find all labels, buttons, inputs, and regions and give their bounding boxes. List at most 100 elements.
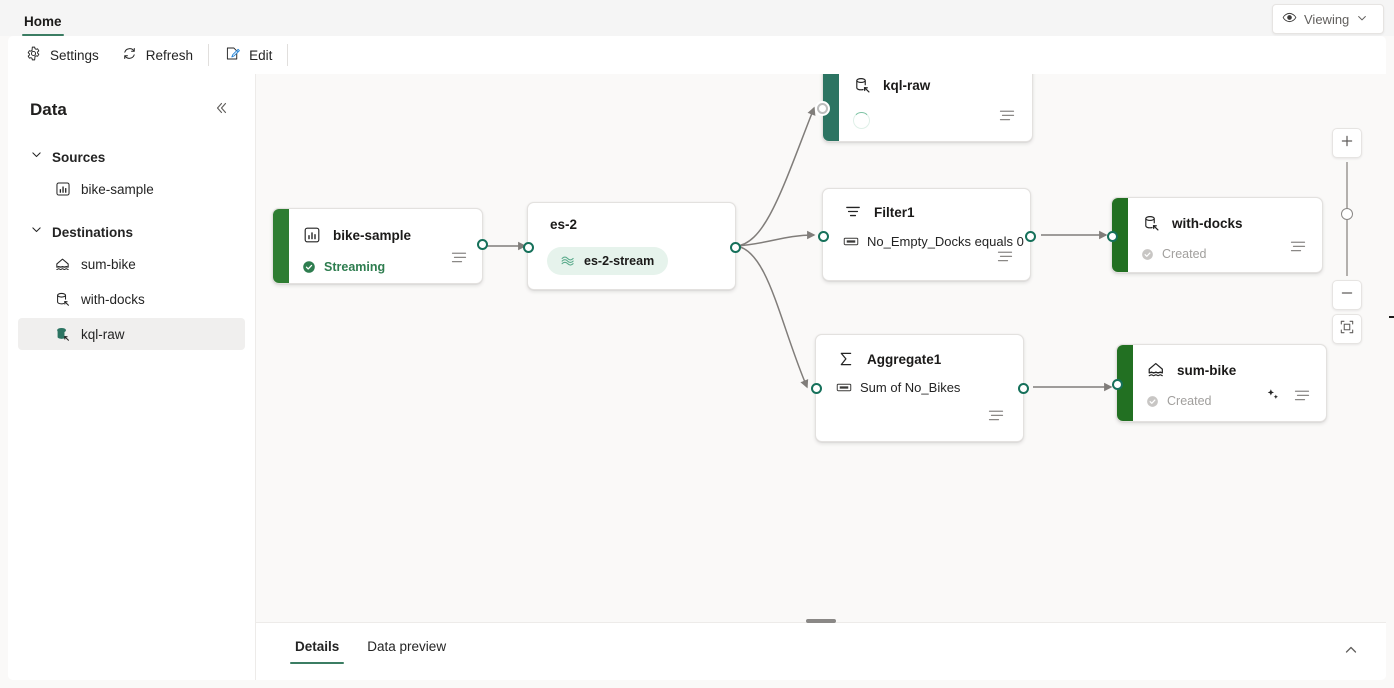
details-panel: Details Data preview: [256, 619, 1386, 680]
sidebar-item-with-docks[interactable]: with-docks: [18, 283, 245, 315]
settings-label: Settings: [50, 47, 99, 63]
eventstream-pill-label: es-2-stream: [584, 254, 655, 268]
node-with-docks-status: Created: [1162, 247, 1207, 261]
port-out-aggregate1[interactable]: [1017, 382, 1029, 394]
eventstream-pill[interactable]: es-2-stream: [547, 247, 669, 275]
panel-collapse-button[interactable]: [1338, 639, 1364, 665]
node-bike-sample-status: Streaming: [324, 260, 386, 274]
fit-to-screen-button[interactable]: [1332, 314, 1362, 344]
chevron-up-icon: [1343, 642, 1359, 663]
command-bar: Settings Refresh Edit: [8, 36, 1386, 74]
status-check-icon: [302, 260, 316, 274]
canvas-scene: bike-sample Streaming es-2 es-2-stream k…: [256, 74, 1386, 680]
tab-details-label: Details: [295, 639, 340, 654]
sidebar-item-kql-raw[interactable]: kql-raw: [18, 318, 245, 350]
sidebar-title: Data: [30, 100, 67, 119]
sidebar-item-bike-sample[interactable]: bike-sample: [18, 173, 245, 205]
node-content: Aggregate1 Sum of No_Bikes: [816, 335, 1023, 441]
port-out-es-2[interactable]: [729, 241, 741, 253]
node-sum-bike-status: Created: [1167, 394, 1212, 408]
kql-database-icon: [1141, 213, 1161, 233]
hamburger-icon[interactable]: [997, 250, 1013, 264]
sidebar-header: Data: [8, 74, 255, 130]
sidebar-group-destinations-header[interactable]: Destinations: [8, 219, 255, 245]
kql-database-filled-icon: [54, 326, 71, 343]
ribbon-bar: Home: [0, 0, 1394, 36]
refresh-icon: [121, 45, 138, 65]
zoom-slider[interactable]: [1332, 158, 1362, 280]
eye-icon: [1282, 10, 1297, 28]
port-out-filter1[interactable]: [1024, 230, 1036, 242]
viewing-mode-selector[interactable]: Viewing: [1272, 4, 1384, 34]
node-content: Filter1 No_Empty_Docks equals 0: [823, 189, 1030, 280]
tab-details[interactable]: Details: [286, 639, 348, 664]
port-out-bike-sample[interactable]: [476, 239, 488, 250]
field-icon: [843, 233, 859, 249]
node-with-docks[interactable]: with-docks Created: [1106, 197, 1323, 273]
panel-resize-handle[interactable]: [806, 619, 836, 623]
zoom-out-button[interactable]: [1332, 280, 1362, 310]
port-in-filter1[interactable]: [817, 230, 829, 242]
sidebar-group-sources-header[interactable]: Sources: [8, 144, 255, 170]
tab-data-preview[interactable]: Data preview: [358, 639, 455, 664]
command-separator: [208, 44, 210, 66]
zoom-in-button[interactable]: [1332, 128, 1362, 158]
kql-database-icon: [54, 291, 71, 308]
chevron-down-icon: [30, 148, 43, 166]
loading-spinner-icon: [853, 112, 870, 129]
details-panel-tabs: Details Data preview: [256, 623, 1386, 664]
hamburger-icon[interactable]: [1290, 240, 1306, 254]
status-check-icon: [1141, 248, 1154, 261]
kql-database-icon: [852, 75, 872, 95]
node-content: with-docks Created: [1112, 198, 1322, 272]
settings-button[interactable]: Settings: [14, 41, 110, 69]
sidebar-item-sum-bike[interactable]: sum-bike: [18, 248, 245, 280]
refresh-button[interactable]: Refresh: [110, 41, 204, 69]
port-in-with-docks[interactable]: [1106, 230, 1118, 242]
node-bike-sample[interactable]: bike-sample Streaming: [272, 208, 488, 284]
node-content: es-2 es-2-stream: [528, 203, 735, 289]
data-sidebar: Data Sources bike-sample Destinations su…: [8, 74, 256, 680]
node-kql-raw[interactable]: kql-raw: [817, 74, 1033, 142]
sidebar-collapse-button[interactable]: [209, 98, 233, 122]
ribbon-tabstrip: Home: [0, 0, 72, 36]
sidebar-group-destinations-label: Destinations: [52, 224, 134, 240]
node-es-2[interactable]: es-2 es-2-stream: [522, 202, 741, 290]
refresh-label: Refresh: [145, 47, 194, 63]
node-sum-bike[interactable]: sum-bike Created: [1111, 344, 1327, 422]
field-icon: [836, 379, 852, 395]
port-in-aggregate1[interactable]: [810, 382, 822, 394]
hamburger-icon[interactable]: [451, 251, 467, 265]
node-with-docks-title: with-docks: [1172, 215, 1243, 231]
node-bike-sample-title: bike-sample: [333, 227, 412, 243]
port-in-es-2[interactable]: [522, 241, 534, 253]
zoom-controls: [1332, 128, 1362, 344]
node-filter1-expression: No_Empty_Docks equals 0: [867, 233, 1024, 249]
node-aggregate1[interactable]: Aggregate1 Sum of No_Bikes: [810, 334, 1029, 442]
tab-home[interactable]: Home: [14, 14, 72, 36]
zoom-slider-thumb[interactable]: [1341, 208, 1353, 220]
edit-button[interactable]: Edit: [213, 41, 283, 69]
lakehouse-icon: [1146, 360, 1166, 380]
port-in-sum-bike[interactable]: [1111, 378, 1123, 390]
hamburger-icon[interactable]: [999, 109, 1015, 123]
sigma-icon: [836, 349, 856, 369]
sidebar-item-bike-sample-label: bike-sample: [81, 181, 154, 197]
sidebar-group-sources-label: Sources: [52, 149, 106, 165]
chart-box-icon: [54, 181, 71, 198]
app-root: Home Viewing Settings Refresh Edit Data …: [0, 0, 1394, 688]
lakehouse-icon: [54, 256, 71, 273]
node-content: bike-sample Streaming: [273, 209, 482, 283]
sidebar-group-sources: Sources bike-sample: [8, 144, 255, 205]
chart-box-icon: [302, 225, 322, 245]
node-es-2-title: es-2: [550, 217, 578, 232]
port-in-kql-raw[interactable]: [817, 103, 828, 114]
sparkle-icon[interactable]: [1265, 387, 1281, 403]
fit-screen-icon: [1339, 319, 1355, 340]
node-content: sum-bike Created: [1117, 345, 1326, 421]
node-filter1[interactable]: Filter1 No_Empty_Docks equals 0: [817, 188, 1036, 281]
hamburger-icon[interactable]: [988, 409, 1004, 423]
hamburger-icon[interactable]: [1294, 389, 1310, 403]
pipeline-canvas[interactable]: bike-sample Streaming es-2 es-2-stream k…: [256, 74, 1386, 680]
tab-home-label: Home: [24, 14, 62, 29]
